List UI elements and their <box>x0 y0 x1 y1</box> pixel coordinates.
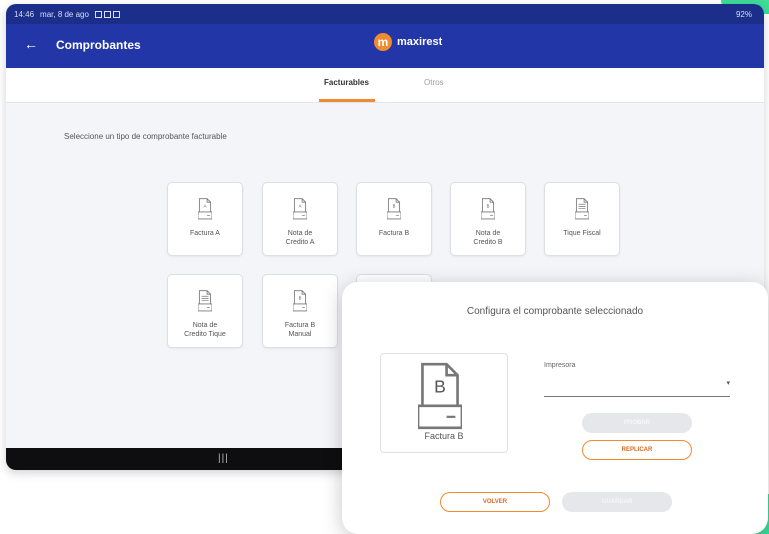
instruction-text: Seleccione un tipo de comprobante factur… <box>64 132 227 141</box>
dialog-title: Configura el comprobante seleccionado <box>466 306 644 317</box>
voucher-type-label: Tique Fiscal <box>563 230 601 237</box>
svg-text:B: B <box>393 204 396 209</box>
back-button[interactable]: VOLVER <box>440 492 550 512</box>
printer-label: Impresora <box>544 362 576 369</box>
document-icon: A <box>292 197 308 226</box>
battery-status: 92% <box>735 9 752 19</box>
voucher-type-tile[interactable]: B Factura B <box>356 182 432 256</box>
chevron-down-icon: ▾ <box>726 380 730 387</box>
voucher-type-label: Nota de Credito Tique <box>184 322 226 338</box>
document-icon: B <box>386 197 402 226</box>
app-bar: ← Comprobantes m maxirest <box>6 24 764 68</box>
svg-text:B: B <box>299 296 302 301</box>
document-icon: B <box>480 197 496 226</box>
voucher-type-label: Nota de Credito B <box>473 230 503 246</box>
printer-select[interactable]: ▾ <box>544 374 730 397</box>
replicate-button[interactable]: REPLICAR <box>582 440 692 460</box>
status-time: 14:46 <box>14 9 35 19</box>
configure-voucher-dialog: Configura el comprobante seleccionado B … <box>342 282 768 534</box>
voucher-type-tile[interactable]: B Factura B Manual <box>262 274 338 348</box>
voucher-type-label: Factura B Manual <box>284 322 316 338</box>
recent-apps-icon[interactable]: ||| <box>218 453 229 464</box>
arrow-left-icon[interactable]: ← <box>24 36 38 52</box>
voucher-type-label: Factura A <box>190 230 220 237</box>
save-button[interactable]: GUARDAR <box>562 492 672 512</box>
brand-logo: m maxirest <box>374 33 442 51</box>
tab-facturables[interactable]: Facturables <box>324 78 369 87</box>
document-icon: B <box>416 362 464 437</box>
status-bar: 14:46 mar, 8 de ago 92% <box>6 4 764 24</box>
document-icon <box>574 197 590 226</box>
document-icon: B <box>292 289 308 318</box>
tab-otros[interactable]: Otros <box>424 78 444 87</box>
svg-text:A: A <box>204 204 207 209</box>
document-icon <box>197 289 213 318</box>
voucher-type-label: Nota de Credito A <box>285 230 315 246</box>
notification-icons <box>94 10 120 18</box>
svg-text:A: A <box>299 204 302 209</box>
svg-text:B: B <box>434 377 446 397</box>
selected-voucher-card: B Factura B <box>380 353 508 453</box>
document-icon: A <box>197 197 213 226</box>
status-date: mar, 8 de ago <box>40 9 89 19</box>
active-tab-indicator <box>319 99 375 102</box>
page-title: Comprobantes <box>56 38 141 52</box>
brand-logo-mark: m <box>374 33 392 51</box>
selected-voucher-label: Factura B <box>424 431 464 441</box>
voucher-type-tile[interactable]: Nota de Credito Tique <box>167 274 243 348</box>
svg-text:B: B <box>487 204 490 209</box>
voucher-type-tile[interactable]: A Nota de Credito A <box>262 182 338 256</box>
tab-bar: Facturables Otros <box>6 68 764 103</box>
voucher-type-tile[interactable]: B Nota de Credito B <box>450 182 526 256</box>
voucher-type-tile[interactable]: A Factura A <box>167 182 243 256</box>
voucher-type-tile[interactable]: Tique Fiscal <box>544 182 620 256</box>
voucher-type-label: Factura B <box>378 230 410 237</box>
brand-name: maxirest <box>397 36 443 48</box>
test-button[interactable]: PROBAR <box>582 413 692 433</box>
